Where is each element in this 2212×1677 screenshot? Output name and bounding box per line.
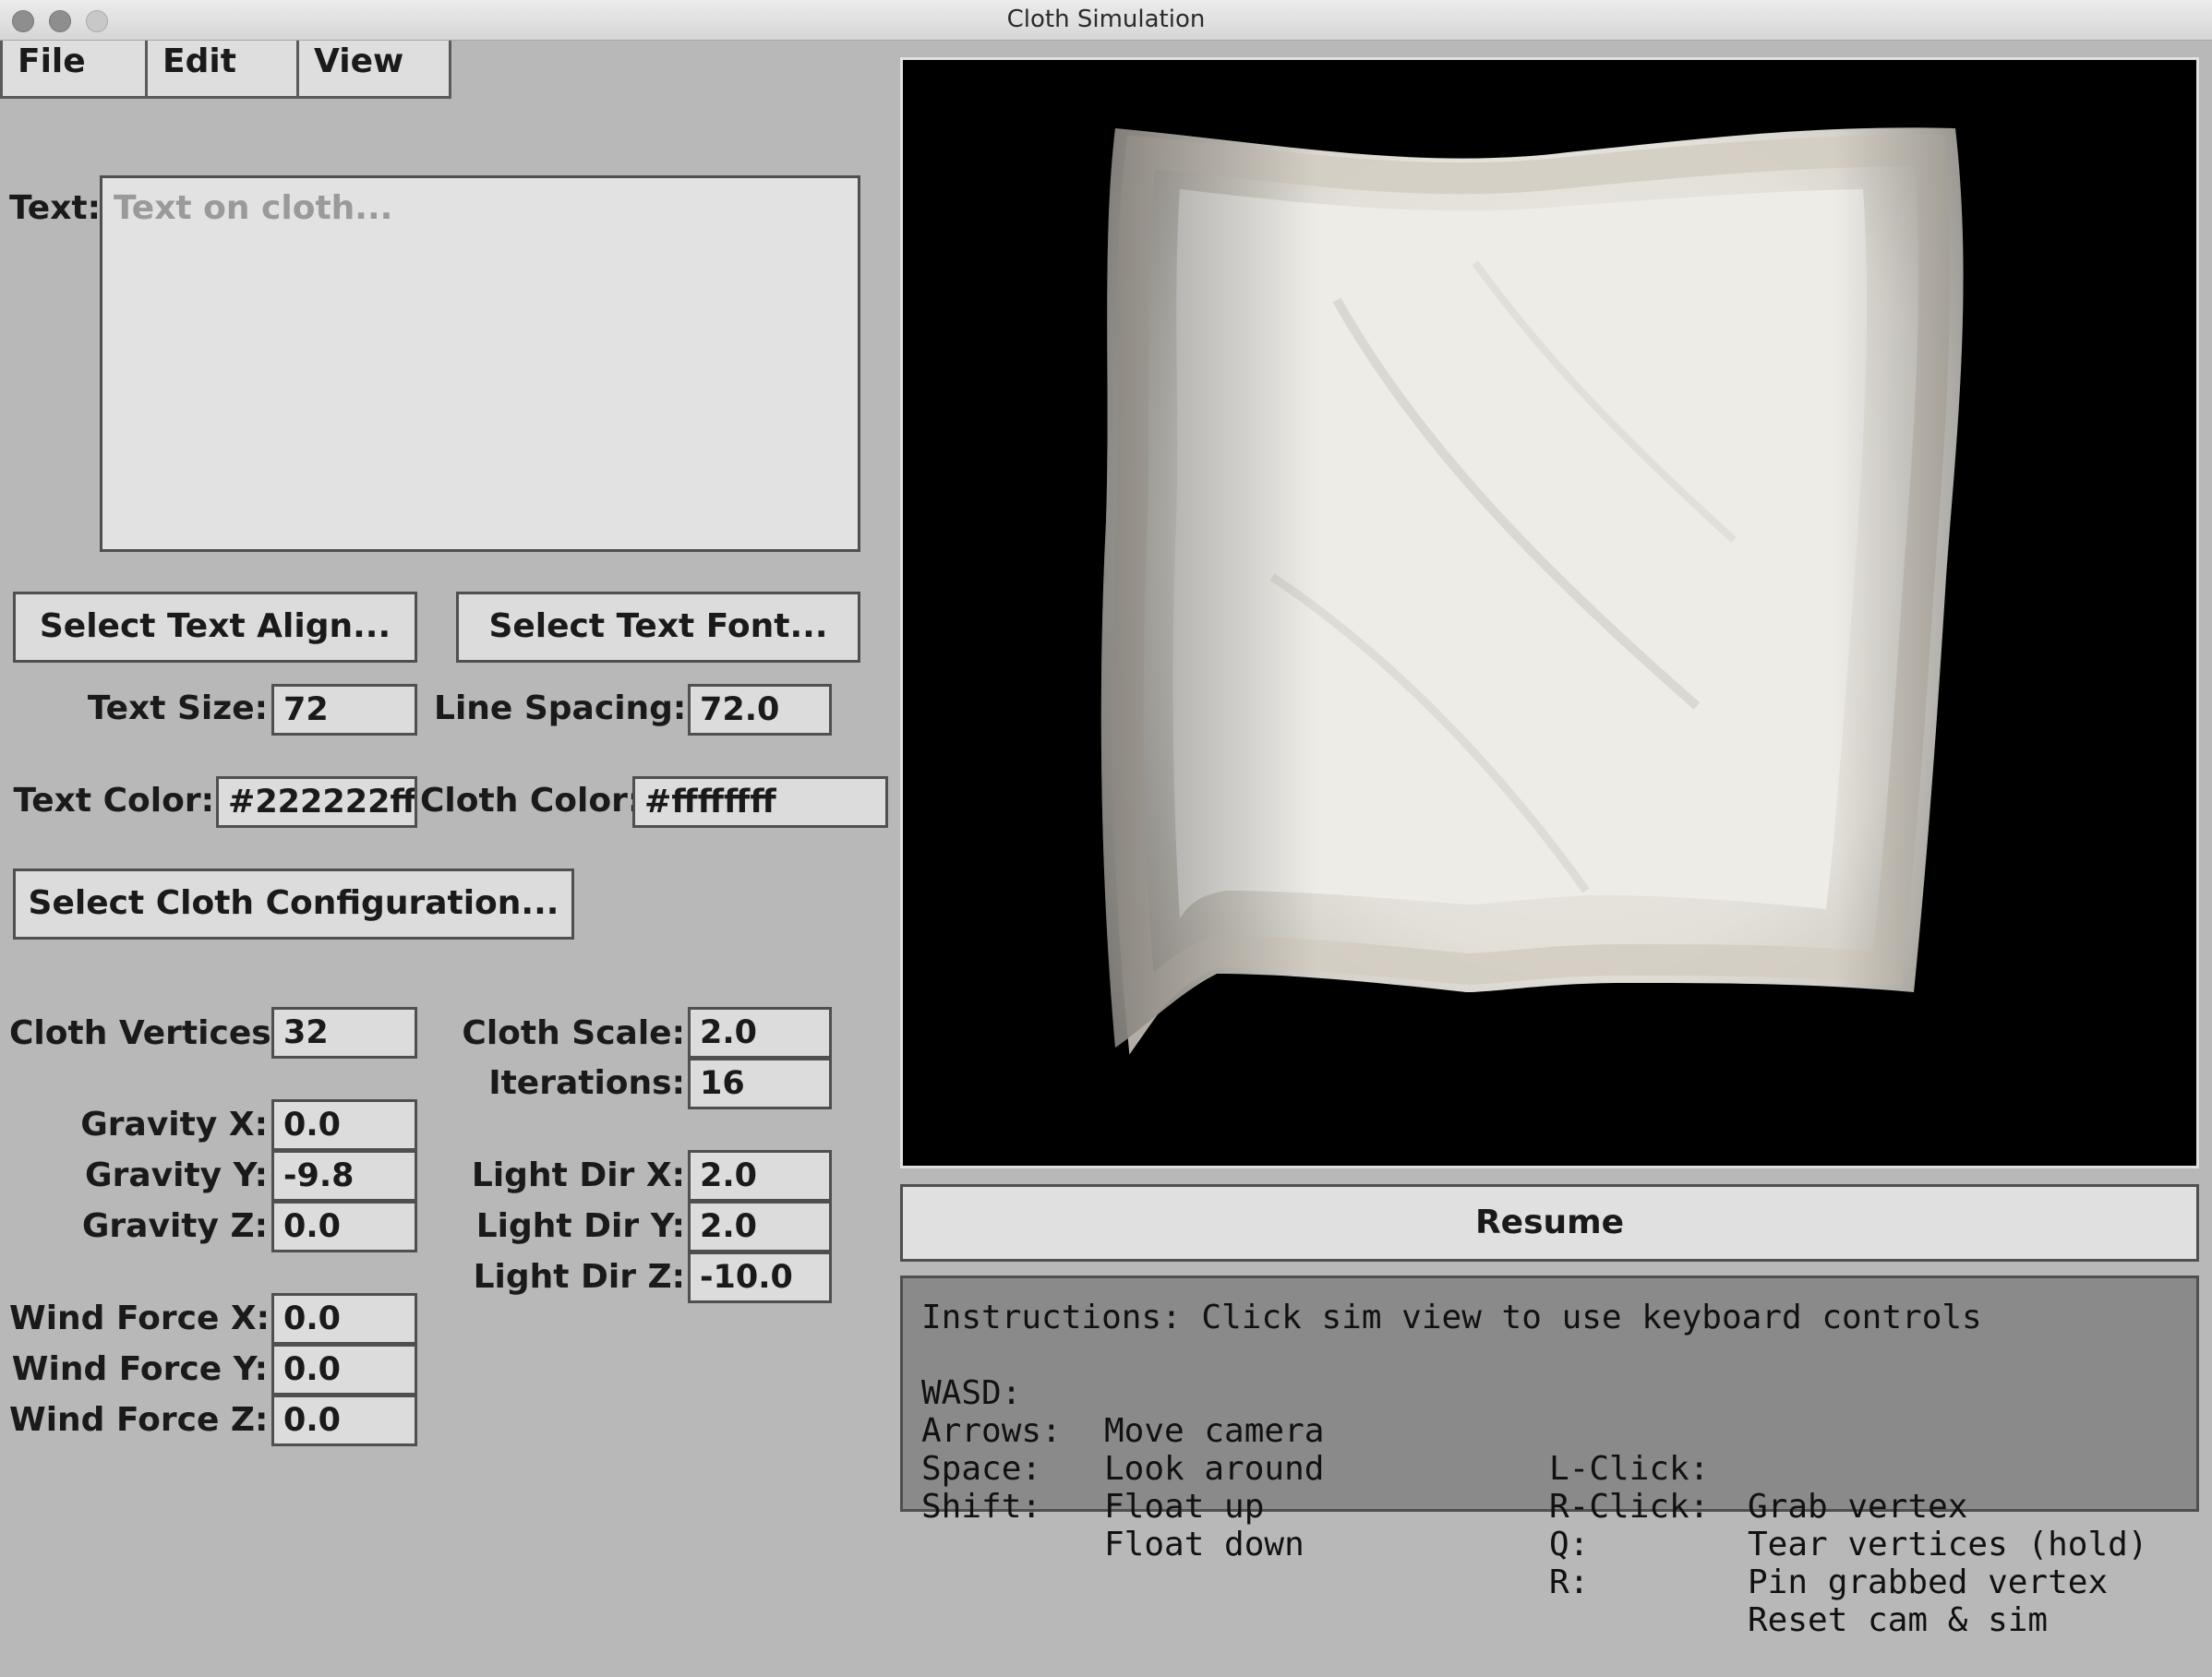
select-text-font-button[interactable]: Select Text Font...: [456, 592, 860, 663]
cloth-vertices-field[interactable]: 32: [271, 1007, 417, 1059]
resume-button[interactable]: Resume: [900, 1184, 2199, 1262]
menu-edit[interactable]: Edit: [148, 41, 299, 99]
cloth-color-label: Cloth Color:: [420, 782, 642, 820]
instructions-header: Instructions: Click sim view to use keyb…: [921, 1299, 1982, 1336]
text-color-label: Text Color:: [13, 782, 214, 820]
gravity-z-field[interactable]: 0.0: [271, 1201, 417, 1252]
wind-force-x-label: Wind Force X:: [9, 1300, 270, 1337]
instruction-action: Pin grabbed vertex: [1748, 1563, 2109, 1601]
text-size-field[interactable]: 72: [271, 684, 417, 736]
simulation-view[interactable]: [900, 57, 2199, 1168]
iterations-label: Iterations:: [488, 1064, 685, 1102]
cloth-scale-label: Cloth Scale:: [462, 1014, 685, 1052]
text-color-field[interactable]: #222222ff: [216, 776, 417, 828]
instruction-action: Float down: [1104, 1526, 1304, 1563]
line-spacing-label: Line Spacing:: [434, 689, 687, 727]
light-dir-y-label: Light Dir Y:: [475, 1207, 685, 1245]
text-label: Text:: [9, 189, 102, 227]
title-bar: Cloth Simulation: [0, 0, 2212, 41]
select-text-align-button[interactable]: Select Text Align...: [13, 592, 417, 663]
light-dir-z-field[interactable]: -10.0: [688, 1252, 832, 1303]
light-dir-y-field[interactable]: 2.0: [688, 1201, 832, 1252]
instruction-key: Shift:: [921, 1488, 1042, 1526]
instruction-action: Float up: [1104, 1488, 1265, 1526]
instruction-action: Tear vertices (hold): [1748, 1526, 2148, 1563]
cloth-vertices-label: Cloth Vertices:: [9, 1014, 285, 1052]
light-dir-x-field[interactable]: 2.0: [688, 1150, 832, 1202]
menu-file[interactable]: File: [0, 41, 148, 99]
instruction-row: WASD: Move camera L-Click: Grab vertex: [921, 1336, 2178, 1526]
light-dir-x-label: Light Dir X:: [471, 1156, 685, 1194]
select-cloth-configuration-button[interactable]: Select Cloth Configuration...: [13, 868, 574, 940]
gravity-x-label: Gravity X:: [80, 1106, 268, 1144]
gravity-y-label: Gravity Y:: [85, 1156, 268, 1194]
instruction-action: Reset cam & sim: [1748, 1601, 2049, 1639]
wind-force-y-field[interactable]: 0.0: [271, 1344, 417, 1396]
cloth-color-field[interactable]: #ffffffff: [632, 776, 888, 828]
cloth-render: [1100, 127, 1964, 1055]
instruction-key: R-Click:: [1549, 1488, 1710, 1526]
gravity-z-label: Gravity Z:: [81, 1207, 268, 1245]
wind-force-y-label: Wind Force Y:: [11, 1350, 268, 1388]
wind-force-z-label: Wind Force Z:: [9, 1401, 269, 1439]
cloth-shading: [1100, 127, 1964, 1048]
wind-force-z-field[interactable]: 0.0: [271, 1395, 417, 1446]
instruction-row: Shift: Float down R: Reset cam & sim: [921, 1450, 2178, 1639]
line-spacing-field[interactable]: 72.0: [688, 684, 832, 736]
light-dir-z-label: Light Dir Z:: [473, 1258, 685, 1296]
gravity-x-field[interactable]: 0.0: [271, 1099, 417, 1151]
menu-view[interactable]: View: [299, 41, 451, 99]
cloth-text-input[interactable]: Text on cloth...: [100, 175, 860, 552]
text-size-label: Text Size:: [87, 689, 268, 727]
window-title: Cloth Simulation: [1006, 6, 1206, 33]
instruction-row: Space: Float up Q: Pin grabbed vertex: [921, 1412, 2178, 1601]
cloth-scale-field[interactable]: 2.0: [688, 1007, 832, 1059]
instruction-row: Arrows: Look around R-Click: Tear vertic…: [921, 1374, 2178, 1563]
instructions-panel: Instructions: Click sim view to use keyb…: [900, 1276, 2199, 1639]
gravity-y-field[interactable]: -9.8: [271, 1150, 417, 1202]
wind-force-x-field[interactable]: 0.0: [271, 1293, 417, 1345]
instruction-action: Grab vertex: [1748, 1488, 1968, 1526]
iterations-field[interactable]: 16: [688, 1058, 832, 1109]
instruction-key: R:: [1549, 1563, 1590, 1601]
instruction-key: Q:: [1549, 1526, 1590, 1563]
